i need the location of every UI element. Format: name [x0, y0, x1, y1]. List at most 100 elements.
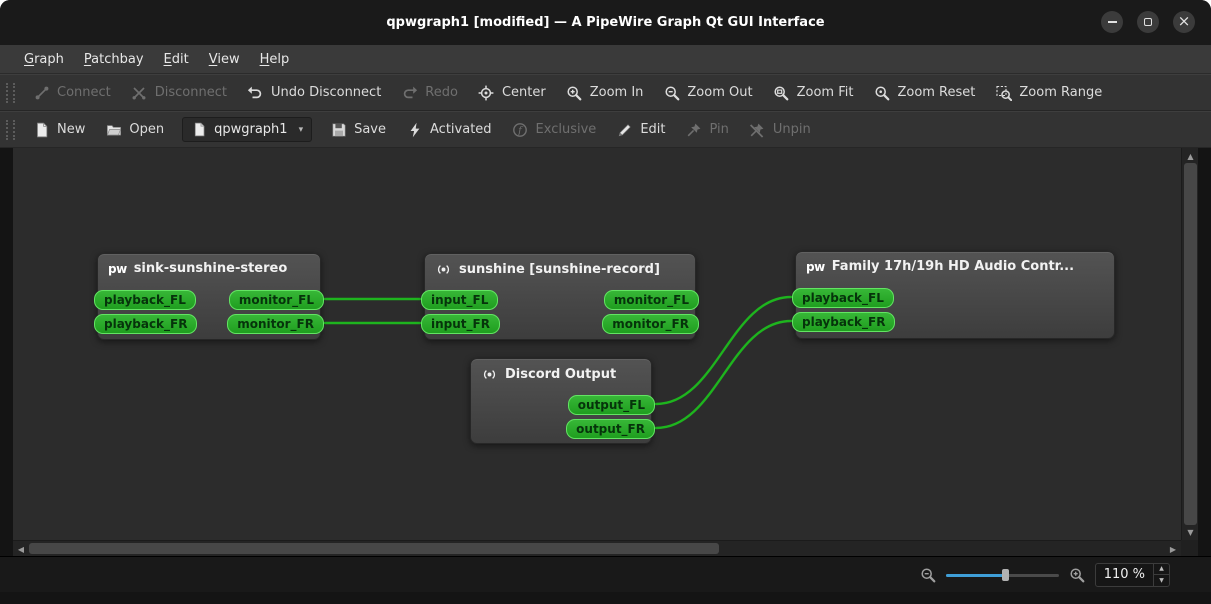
disconnect-icon: [131, 84, 148, 101]
button-label: Zoom Reset: [897, 85, 976, 100]
chevron-down-icon: ▾: [298, 124, 304, 135]
scroll-down-arrow[interactable]: ▼: [1182, 526, 1199, 538]
button-label: Undo Disconnect: [270, 85, 382, 100]
port-playback_FL[interactable]: playback_FL: [792, 288, 894, 308]
zoom-in-button[interactable]: Zoom In: [556, 79, 654, 106]
button-label: Edit: [640, 122, 666, 137]
menu-patchbay[interactable]: Patchbay: [74, 48, 154, 71]
toolbar-drag-handle[interactable]: [6, 82, 15, 103]
menu-help[interactable]: Help: [250, 48, 300, 71]
node-sink-sunshine-stereo[interactable]: pw sink-sunshine-stereo playback_FL playbac…: [94, 253, 324, 340]
save-icon: [330, 121, 347, 138]
button-label: Disconnect: [154, 85, 227, 100]
button-label: Pin: [709, 122, 729, 137]
button-label: Zoom Fit: [796, 85, 854, 100]
connect-icon: [33, 84, 50, 101]
zoom-reset-button[interactable]: Zoom Reset: [863, 79, 985, 106]
node-family-hd-audio[interactable]: pw Family 17h/19h HD Audio Contr... playba…: [792, 251, 1115, 339]
menu-view[interactable]: View: [199, 48, 250, 71]
monitor-icon: [435, 261, 452, 278]
spin-down-icon[interactable]: ▼: [1154, 574, 1169, 586]
menu-graph[interactable]: Graph: [14, 48, 74, 71]
vertical-scrollbar[interactable]: ▲ ▼: [1181, 148, 1198, 540]
toolbar-drag-handle[interactable]: [6, 119, 15, 140]
scrollbar-corner: [1181, 540, 1198, 556]
redo-icon: [401, 84, 418, 101]
minimize-button[interactable]: [1101, 11, 1123, 33]
node-sunshine-record[interactable]: sunshine [sunshine-record] input_FL input_…: [421, 253, 699, 340]
activated-button[interactable]: Activated: [396, 116, 502, 143]
minimize-icon: [1107, 21, 1117, 23]
close-button[interactable]: ×: [1173, 11, 1195, 33]
monitor-icon: [481, 366, 498, 383]
pin-button: Pin: [676, 116, 739, 143]
button-label: Exclusive: [535, 122, 597, 137]
horizontal-scrollbar-thumb[interactable]: [29, 543, 719, 554]
port-monitor_FL[interactable]: monitor_FL: [228, 290, 324, 310]
title-bar[interactable]: qpwgraph1 [modified] — A PipeWire Graph …: [0, 0, 1211, 45]
pin-icon: [686, 121, 703, 138]
scroll-left-arrow[interactable]: ◀: [15, 541, 27, 557]
port-input_FR[interactable]: input_FR: [421, 314, 500, 334]
scroll-right-arrow[interactable]: ▶: [1167, 541, 1179, 557]
vertical-scrollbar-thumb[interactable]: [1184, 163, 1197, 525]
open-button[interactable]: Open: [95, 116, 174, 143]
node-title-text: sunshine [sunshine-record]: [459, 262, 660, 277]
button-label: Open: [129, 122, 165, 137]
port-output_FR[interactable]: output_FR: [566, 419, 655, 439]
zoom-in-icon: [566, 84, 583, 101]
zoom-in-icon[interactable]: [1069, 567, 1085, 583]
zoom-value-field[interactable]: 110 %: [1096, 567, 1153, 582]
menu-edit[interactable]: Edit: [154, 48, 199, 71]
port-monitor_FR[interactable]: monitor_FR: [602, 314, 699, 334]
zoom-out-button[interactable]: Zoom Out: [653, 79, 762, 106]
zoom-slider-handle[interactable]: [1002, 568, 1010, 581]
app-window: qpwgraph1 [modified] — A PipeWire Graph …: [0, 0, 1211, 604]
maximize-button[interactable]: [1137, 11, 1159, 33]
port-playback_FL[interactable]: playback_FL: [94, 290, 196, 310]
port-monitor_FL[interactable]: monitor_FL: [603, 290, 699, 310]
button-label: Zoom Range: [1019, 85, 1103, 100]
zoom-range-icon: [995, 84, 1012, 101]
button-label: New: [57, 122, 86, 137]
undo-disconnect-button[interactable]: Undo Disconnect: [237, 79, 391, 106]
horizontal-scrollbar[interactable]: ◀ ▶: [13, 540, 1181, 556]
port-playback_FR[interactable]: playback_FR: [94, 314, 198, 334]
button-label: Zoom In: [589, 85, 644, 100]
zoom-spin-arrows: ▲ ▼: [1153, 563, 1169, 586]
port-playback_FR[interactable]: playback_FR: [792, 312, 896, 332]
toolbar-patchbay: New Open qpwgraph1 ▾ Save Activated f Exclusive…: [0, 111, 1211, 148]
save-button[interactable]: Save: [320, 116, 396, 143]
new-icon: [33, 121, 50, 138]
new-button[interactable]: New: [23, 116, 95, 143]
menu-bar: Graph Patchbay Edit View Help: [0, 45, 1211, 74]
port-input_FL[interactable]: input_FL: [421, 290, 499, 310]
document-icon: [191, 121, 208, 138]
zoom-slider[interactable]: [945, 567, 1059, 583]
button-label: Center: [501, 85, 546, 100]
zoom-out-icon[interactable]: [920, 567, 936, 583]
node-title: Discord Output: [471, 359, 651, 383]
zoom-fit-button[interactable]: Zoom Fit: [763, 79, 864, 106]
node-title-text: Discord Output: [505, 367, 617, 382]
port-output_FL[interactable]: output_FL: [567, 395, 655, 415]
zoom-slider-fill: [945, 573, 1005, 577]
patchbay-file-combo[interactable]: qpwgraph1 ▾: [182, 117, 313, 142]
scroll-up-arrow[interactable]: ▲: [1182, 150, 1199, 162]
port-monitor_FR[interactable]: monitor_FR: [227, 314, 324, 334]
graph-canvas[interactable]: pw sink-sunshine-stereo playback_FL playbac…: [13, 148, 1181, 540]
zoom-range-button[interactable]: Zoom Range: [985, 79, 1112, 106]
center-icon: [478, 84, 495, 101]
edit-button[interactable]: Edit: [606, 116, 675, 143]
zoom-out-icon: [663, 84, 680, 101]
center-button[interactable]: Center: [468, 79, 556, 106]
work-area: pw sink-sunshine-stereo playback_FL playbac…: [13, 148, 1198, 556]
close-icon: ×: [1177, 11, 1191, 30]
undo-icon: [247, 84, 264, 101]
button-label: Unpin: [772, 122, 811, 137]
node-discord-output[interactable]: Discord Output output_FL output_FR: [470, 358, 655, 444]
maximize-icon: [1144, 18, 1152, 26]
open-icon: [105, 121, 122, 138]
pipewire-icon: pw: [108, 261, 127, 276]
spin-up-icon[interactable]: ▲: [1154, 564, 1169, 575]
